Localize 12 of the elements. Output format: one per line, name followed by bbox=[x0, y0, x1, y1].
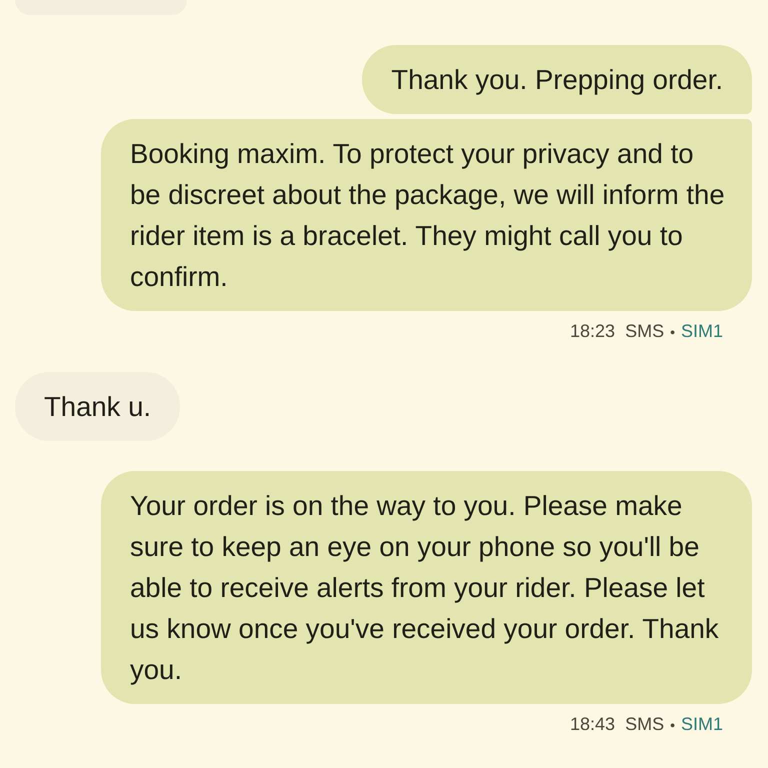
message-text: Thank you. Prepping order. bbox=[391, 63, 723, 97]
sim-label: SIM1 bbox=[680, 321, 723, 342]
separator-dot: • bbox=[670, 716, 675, 732]
message-type-label: SMS bbox=[625, 321, 664, 342]
message-text: Your order is on the way to you. Please make sure to keep an eye on your phone so you'll be able to receive alerts from your rider. Please let us know once you've received your order. Thank you. bbox=[130, 489, 720, 687]
sim-label: SIM1 bbox=[680, 714, 723, 735]
separator-dot: • bbox=[670, 324, 675, 340]
message-text: Booking maxim. To protect your privacy and to be discreet about the package, we will inform the rider item is a bracelet. They might call you to confirm. bbox=[130, 137, 726, 294]
timestamp: 18:43 bbox=[570, 714, 616, 735]
message-text: Thank u. bbox=[44, 390, 152, 424]
message-type-label: SMS bbox=[625, 714, 664, 735]
timestamp: 18:23 bbox=[570, 321, 616, 342]
